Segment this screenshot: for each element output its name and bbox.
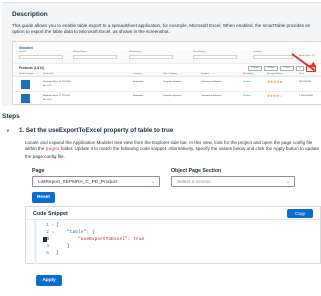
filter-label: Search [19,51,26,53]
pages-folder-code: pages [45,147,60,153]
description-title: Description [12,11,48,18]
object-section-select[interactable]: Select a section ⌄ [171,176,295,187]
description-text: This guide allows you to enable table ex… [12,23,311,35]
line-number: 5 [46,251,49,256]
filter-input [129,55,173,59]
product-price: 1,249.00 EUR [299,95,313,97]
copy-button[interactable]: Copy [287,209,313,218]
column-header: Main Category [163,73,178,75]
code-line: "table": { [56,230,95,235]
create-button: Create [248,66,262,71]
rating-stars: ★★★★☆ [267,94,283,98]
code-line: { [56,223,59,228]
product-image [21,80,30,89]
filter-input [73,55,117,59]
fold-icon: ∨ [52,230,55,234]
code-editor[interactable]: 1 ∨ { 2 ∨ "table": { 3 "useExportToExcel… [26,220,320,264]
step-body-after: folder. Update it to match the following… [25,146,320,159]
column-header: Availability [243,73,254,75]
page-label: Page [32,168,45,174]
adapt-filters: Adapt Filters (1) [299,55,315,57]
screenshot-table-header: Product Image Product ID Category Main C… [13,72,321,77]
delete-button: Delete [264,66,278,71]
column-header: Category [133,73,142,75]
code-snippet-header: Code Snippet Copy [26,207,320,220]
line-number: 4 [46,244,49,249]
screenshot-filter-bar: Search Editing Status Subcategory Price … [13,50,321,64]
code-snippet-panel: Code Snippet Copy 1 ∨ { 2 ∨ "table": { 3… [25,206,321,264]
line-number: 2 [46,230,49,235]
table-row: Notebook Basic 15 HT-1000 AD-1000 Notebo… [13,78,321,92]
fold-icon: ∨ [52,223,55,227]
product-availability: In Stock [243,95,251,97]
product-name: Notebook Basic 15 HT-1000 [43,81,71,83]
product-main-category: Computer Systems [163,81,182,83]
description-panel: Description This guide allows you to ena… [2,2,321,106]
table-row: Notebook Basic 17 HT-1001 AD-1001 Notebo… [13,92,321,104]
screenshot-table-title: Products (1,614) [19,66,44,70]
page-select[interactable]: ListReport_SEPMRA_C_PD_Product ⌄ [32,176,160,187]
chevron-down-icon[interactable]: ∨ [6,128,10,134]
column-header: Product ID [43,73,54,75]
code-line: "useExportToExcel": true [56,237,145,242]
filter-label: Editing Status [73,51,87,53]
settings-icon: ⚙ [296,66,304,71]
rating-stars: ★★★★★ [267,80,283,84]
copy-action-button: Copy [280,66,294,71]
step-instructions: Locate and expand the Application Modele… [25,140,321,160]
product-main-category: Computer Systems [163,95,182,97]
code-snippet-title: Code Snippet [33,210,68,217]
product-availability: In Stock [243,81,251,83]
product-category: Notebooks [133,95,144,97]
apply-button[interactable]: Apply [36,275,62,286]
object-section-placeholder: Select a section [177,179,211,185]
column-header: Average Rating [267,73,283,75]
filter-input [253,55,293,59]
product-name: Notebook Basic 17 HT-1001 [43,95,71,97]
filter-label: Subcategory [129,51,142,53]
product-supplier: Technocom Solutions [201,95,222,97]
column-header: Price [299,73,304,75]
product-image [21,94,30,103]
object-section-label: Object Page Section [171,168,222,174]
page-select-value: ListReport_SEPMRA_C_PD_Product [38,179,118,185]
chevron-down-icon: ⌄ [151,179,155,184]
filter-label: Category [253,51,262,53]
filter-input [19,55,63,59]
chevron-down-icon: ⌄ [286,179,290,184]
filter-input [193,55,237,59]
column-header: Supplier [201,73,210,75]
step-title[interactable]: 1. Set the useExportToExcel property of … [19,127,173,134]
code-line: } [56,251,59,256]
text-cursor [43,237,47,242]
product-id: AD-1000 [43,85,52,87]
code-line: } [56,244,70,249]
steps-title: Steps [2,113,20,120]
line-number: 1 [46,223,49,228]
editor-gutter [34,220,37,264]
example-screenshot: Standard Search Editing Status Subcatego… [12,41,321,105]
product-price: 956.00 EUR [299,81,311,83]
product-category: Notebooks [133,81,144,83]
reset-button[interactable]: Reset [32,192,55,203]
column-header: Product Image [19,73,34,75]
product-supplier: Technocom Solutions [201,81,222,83]
product-id: AD-1001 [43,99,52,101]
filter-label: Price Range [193,51,206,53]
